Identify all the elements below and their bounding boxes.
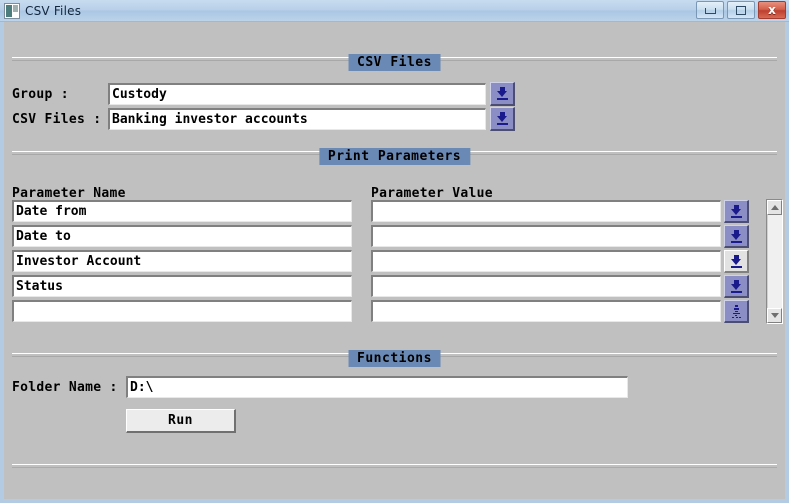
parameter-value-dropdown-button-4[interactable] [724, 300, 749, 323]
parameter-value-dropdown-button-3[interactable] [724, 275, 749, 298]
scrollbar-track[interactable] [767, 215, 782, 308]
maximize-button[interactable] [727, 1, 755, 19]
folder-name-input[interactable] [126, 376, 628, 398]
section-csv-files-caption: CSV Files [348, 54, 441, 71]
parameter-name-input-4[interactable] [12, 300, 352, 322]
parameter-name-input-1[interactable] [12, 225, 352, 247]
maximize-icon [736, 5, 746, 15]
group-dropdown-button[interactable] [490, 82, 515, 106]
parameter-value-input-0[interactable] [371, 200, 721, 222]
close-button[interactable]: x [758, 1, 786, 19]
dropdown-arrow-busy-icon [731, 304, 742, 318]
parameter-name-input-2[interactable] [12, 250, 352, 272]
section-functions: Functions [4, 350, 785, 368]
chevron-down-icon [770, 313, 779, 318]
parameter-value-input-4[interactable] [371, 300, 721, 322]
parameter-name-input-3[interactable] [12, 275, 352, 297]
dropdown-arrow-icon [496, 87, 508, 100]
group-input[interactable] [108, 83, 486, 105]
section-functions-caption: Functions [348, 350, 441, 367]
parameter-value-dropdown-button-0[interactable] [724, 200, 749, 223]
parameter-name-input-0[interactable] [12, 200, 352, 222]
window-controls: x [696, 1, 786, 19]
window-title: CSV Files [25, 3, 82, 18]
csv-files-label: CSV Files : [12, 112, 102, 127]
section-print-parameters: Print Parameters [4, 148, 785, 166]
scrollbar-down-button[interactable] [767, 308, 782, 323]
csv-files-dropdown-button[interactable] [490, 107, 515, 131]
title-bar: CSV Files x [0, 0, 789, 22]
app-icon [4, 2, 20, 19]
dropdown-arrow-icon [496, 112, 508, 125]
dropdown-arrow-icon [730, 204, 742, 218]
parameter-value-dropdown-button-2[interactable] [724, 250, 749, 273]
dialog-client-area: CSV Files Group : CSV Files : Print Para… [4, 22, 785, 495]
run-button[interactable]: Run [126, 409, 236, 433]
dropdown-arrow-icon [730, 229, 742, 243]
dropdown-arrow-icon [730, 279, 742, 293]
csv-files-input[interactable] [108, 108, 486, 130]
group-label: Group : [12, 87, 69, 102]
section-print-parameters-caption: Print Parameters [318, 148, 471, 165]
section-csv-files: CSV Files [4, 54, 785, 72]
minimize-button[interactable] [696, 1, 724, 19]
close-icon: x [768, 3, 776, 17]
scrollbar-up-button[interactable] [767, 200, 782, 215]
parameter-value-input-3[interactable] [371, 275, 721, 297]
bottom-separator [12, 464, 777, 468]
chevron-up-icon [770, 205, 779, 210]
parameters-scrollbar[interactable] [766, 199, 783, 324]
parameter-value-dropdown-button-1[interactable] [724, 225, 749, 248]
application-window: CSV Files x CSV Files Group : CSV Files … [0, 0, 789, 503]
parameter-value-input-2[interactable] [371, 250, 721, 272]
dropdown-arrow-icon [730, 254, 742, 268]
minimize-icon [704, 8, 716, 14]
parameter-value-input-1[interactable] [371, 225, 721, 247]
folder-name-label: Folder Name : [12, 380, 118, 395]
